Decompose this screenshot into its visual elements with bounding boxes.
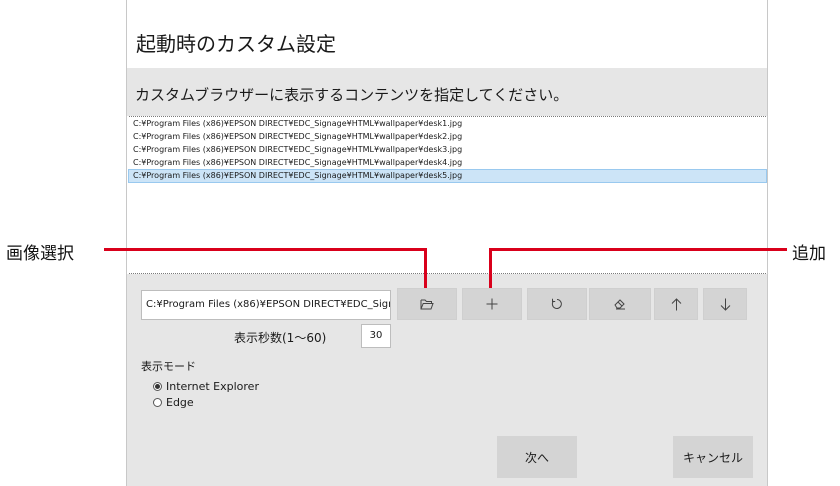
mode-option-label: Internet Explorer xyxy=(166,380,259,393)
mode-option-label: Edge xyxy=(166,396,194,409)
list-item[interactable]: C:¥Program Files (x86)¥EPSON DIRECT¥EDC_… xyxy=(129,144,766,156)
leader-line-image-select-v xyxy=(424,248,427,288)
move-down-button[interactable] xyxy=(703,288,747,320)
rotate-icon xyxy=(551,298,562,309)
add-button[interactable] xyxy=(462,288,522,320)
dialog-title: 起動時のカスタム設定 xyxy=(136,32,336,56)
list-item[interactable]: C:¥Program Files (x86)¥EPSON DIRECT¥EDC_… xyxy=(129,118,766,130)
folder-open-icon xyxy=(420,299,434,309)
mode-option-ie[interactable]: Internet Explorer xyxy=(153,380,259,393)
clear-button[interactable] xyxy=(589,288,651,320)
instruction-text: カスタムブラウザーに表示するコンテンツを指定してください。 xyxy=(135,86,569,104)
callout-image-select: 画像選択 xyxy=(6,244,74,264)
display-mode-label: 表示モード xyxy=(141,360,196,373)
list-item-selected[interactable]: C:¥Program Files (x86)¥EPSON DIRECT¥EDC_… xyxy=(128,169,767,183)
list-item[interactable]: C:¥Program Files (x86)¥EPSON DIRECT¥EDC_… xyxy=(129,131,766,143)
arrow-up-icon xyxy=(671,297,681,310)
callout-add: 追加 xyxy=(792,244,826,264)
list-item[interactable]: C:¥Program Files (x86)¥EPSON DIRECT¥EDC_… xyxy=(129,157,766,169)
cancel-button[interactable]: キャンセル xyxy=(673,436,753,478)
reload-button[interactable] xyxy=(527,288,587,320)
path-input[interactable]: C:¥Program Files (x86)¥EPSON DIRECT¥EDC_… xyxy=(141,290,391,320)
custom-settings-dialog: 起動時のカスタム設定 カスタムブラウザーに表示するコンテンツを指定してください。… xyxy=(126,0,768,486)
next-button[interactable]: 次へ xyxy=(497,436,577,478)
settings-panel: C:¥Program Files (x86)¥EPSON DIRECT¥EDC_… xyxy=(127,274,767,486)
leader-line-add-v xyxy=(489,248,492,288)
arrow-down-icon xyxy=(720,298,730,311)
plus-icon xyxy=(486,298,498,310)
radio-checked-icon[interactable] xyxy=(153,382,162,391)
mode-option-edge[interactable]: Edge xyxy=(153,396,194,409)
radio-unchecked-icon[interactable] xyxy=(153,398,162,407)
move-up-button[interactable] xyxy=(654,288,698,320)
eraser-icon xyxy=(614,299,625,310)
leader-line-image-select-h xyxy=(104,248,426,251)
display-seconds-input[interactable]: 30 xyxy=(361,324,391,348)
browse-image-button[interactable] xyxy=(397,288,457,320)
instruction-band: カスタムブラウザーに表示するコンテンツを指定してください。 xyxy=(127,68,767,116)
leader-line-add-h xyxy=(489,248,787,251)
display-seconds-label: 表示秒数(1～60) xyxy=(234,331,327,345)
